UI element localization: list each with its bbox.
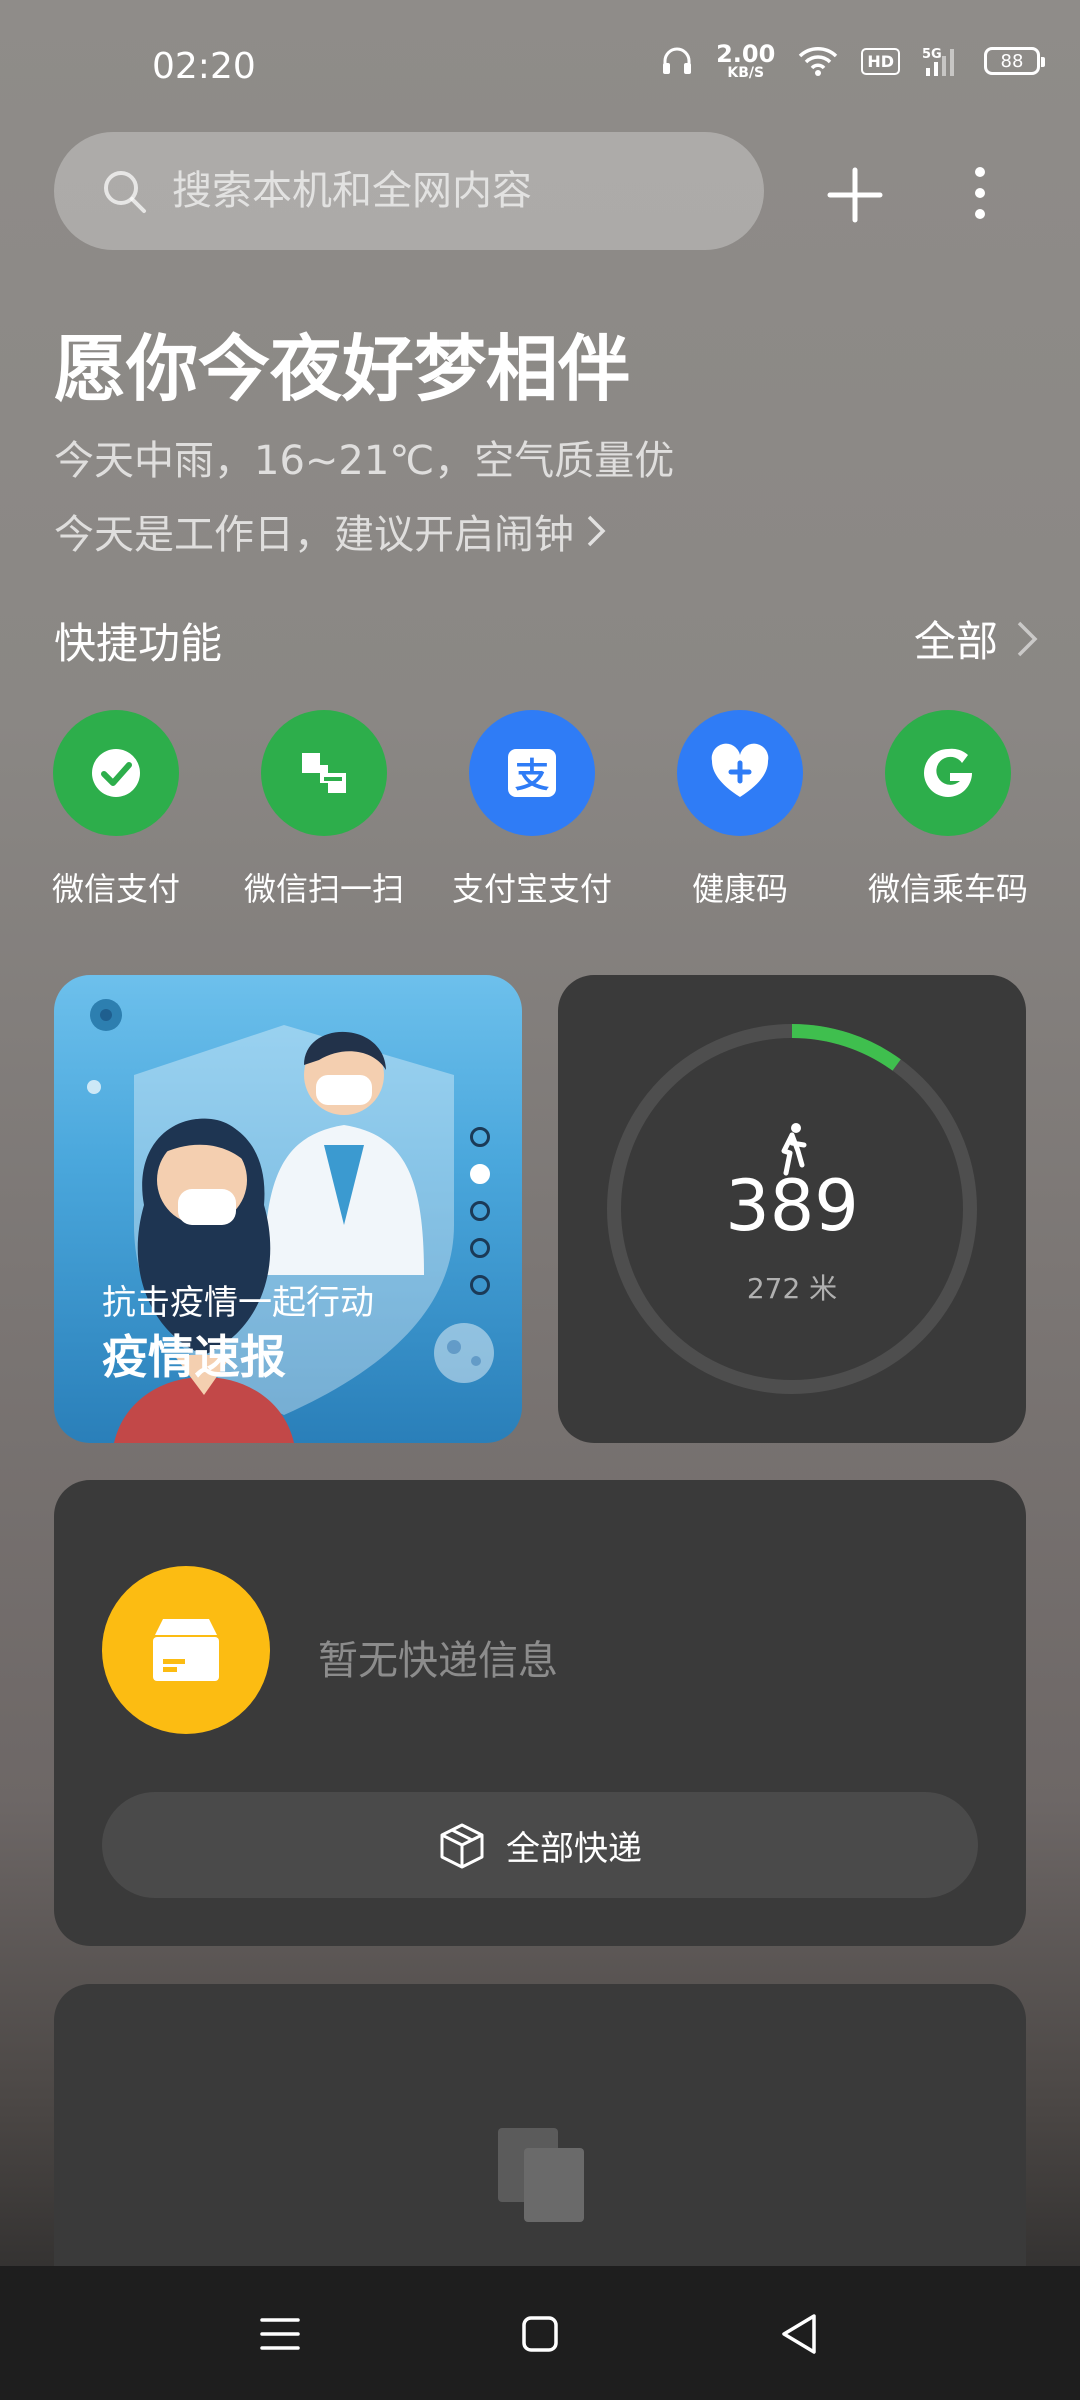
health-code-icon xyxy=(677,710,803,836)
menu-icon[interactable] xyxy=(252,2306,308,2362)
svg-text:5G: 5G xyxy=(922,47,942,62)
epidemic-subtitle: 抗击疫情一起行动 xyxy=(102,1283,374,1323)
express-card: 暂无快递信息 全部快递 xyxy=(54,1480,1026,1946)
signal-5g-icon: 5G xyxy=(922,47,954,76)
quick-item-wechat-scan[interactable]: 微信扫一扫 xyxy=(224,710,424,910)
quick-functions-all-button[interactable]: 全部 xyxy=(914,608,1040,669)
package-icon xyxy=(102,1566,270,1734)
quick-functions-all-label: 全部 xyxy=(913,617,998,666)
chevron-right-icon xyxy=(587,515,606,547)
bottom-card xyxy=(54,1984,1026,2284)
back-icon[interactable] xyxy=(772,2306,828,2362)
all-express-label: 全部快递 xyxy=(506,1828,642,1869)
carousel-dot[interactable] xyxy=(470,1238,490,1258)
quick-item-alipay[interactable]: 支 支付宝支付 xyxy=(432,710,632,910)
cards-placeholder-icon xyxy=(498,2128,584,2222)
greeting-title: 愿你今夜好梦相伴 xyxy=(54,327,631,411)
svg-text:支: 支 xyxy=(515,756,549,796)
step-distance: 272 米 xyxy=(746,1272,838,1305)
alipay-icon: 支 xyxy=(469,710,595,836)
alarm-suggestion[interactable]: 今天是工作日，建议开启闹钟 xyxy=(54,502,608,560)
search-bar[interactable] xyxy=(54,132,764,250)
status-bar: 02:20 2.00 KB/S HD 5G 88 xyxy=(0,0,1080,130)
search-icon xyxy=(104,171,146,213)
epidemic-card[interactable]: 抗击疫情一起行动 疫情速报 xyxy=(54,975,522,1443)
chevron-right-icon xyxy=(1017,621,1038,656)
status-time: 02:20 xyxy=(152,46,256,87)
step-counter-card[interactable]: 389 272 米 xyxy=(558,975,1026,1443)
hd-icon: HD xyxy=(861,47,900,75)
alarm-suggestion-label: 今天是工作日，建议开启闹钟 xyxy=(54,512,574,558)
navigation-bar xyxy=(0,2266,1080,2400)
search-input[interactable] xyxy=(172,168,692,214)
carousel-dot[interactable] xyxy=(470,1201,490,1221)
carousel-dot[interactable] xyxy=(470,1127,490,1147)
quick-item-bus-code[interactable]: 微信乘车码 xyxy=(848,710,1048,910)
battery-icon: 88 xyxy=(984,47,1045,75)
wechat-pay-icon xyxy=(53,710,179,836)
home-icon[interactable] xyxy=(512,2306,568,2362)
quick-functions-title: 快捷功能 xyxy=(54,619,223,668)
more-icon[interactable] xyxy=(960,160,1000,230)
all-express-button[interactable]: 全部快递 xyxy=(102,1792,978,1898)
carousel-dot[interactable] xyxy=(470,1275,490,1295)
carousel-dot[interactable] xyxy=(470,1164,490,1184)
status-icons: 2.00 KB/S HD 5G 88 xyxy=(660,40,1045,81)
carousel-indicator xyxy=(470,1127,490,1295)
wifi-icon xyxy=(799,47,838,76)
epidemic-title: 疫情速报 xyxy=(102,1330,286,1384)
express-empty-message: 暂无快递信息 xyxy=(318,1638,558,1684)
headphones-icon xyxy=(663,47,692,74)
add-icon[interactable] xyxy=(820,160,890,230)
network-speed: 2.00 KB/S xyxy=(716,40,776,81)
bus-code-icon xyxy=(885,710,1011,836)
quick-functions-row: 微信支付 微信扫一扫 支 支付宝支付 健康码 微信乘车码 xyxy=(0,710,1080,910)
step-count: 389 xyxy=(725,1165,859,1247)
quick-item-health-code[interactable]: 健康码 xyxy=(640,710,840,910)
weather-summary: 今天中雨，16~21℃，空气质量优 xyxy=(54,438,675,484)
wechat-scan-icon xyxy=(261,710,387,836)
box-icon xyxy=(440,1823,484,1869)
quick-item-wechat-pay[interactable]: 微信支付 xyxy=(16,710,216,910)
